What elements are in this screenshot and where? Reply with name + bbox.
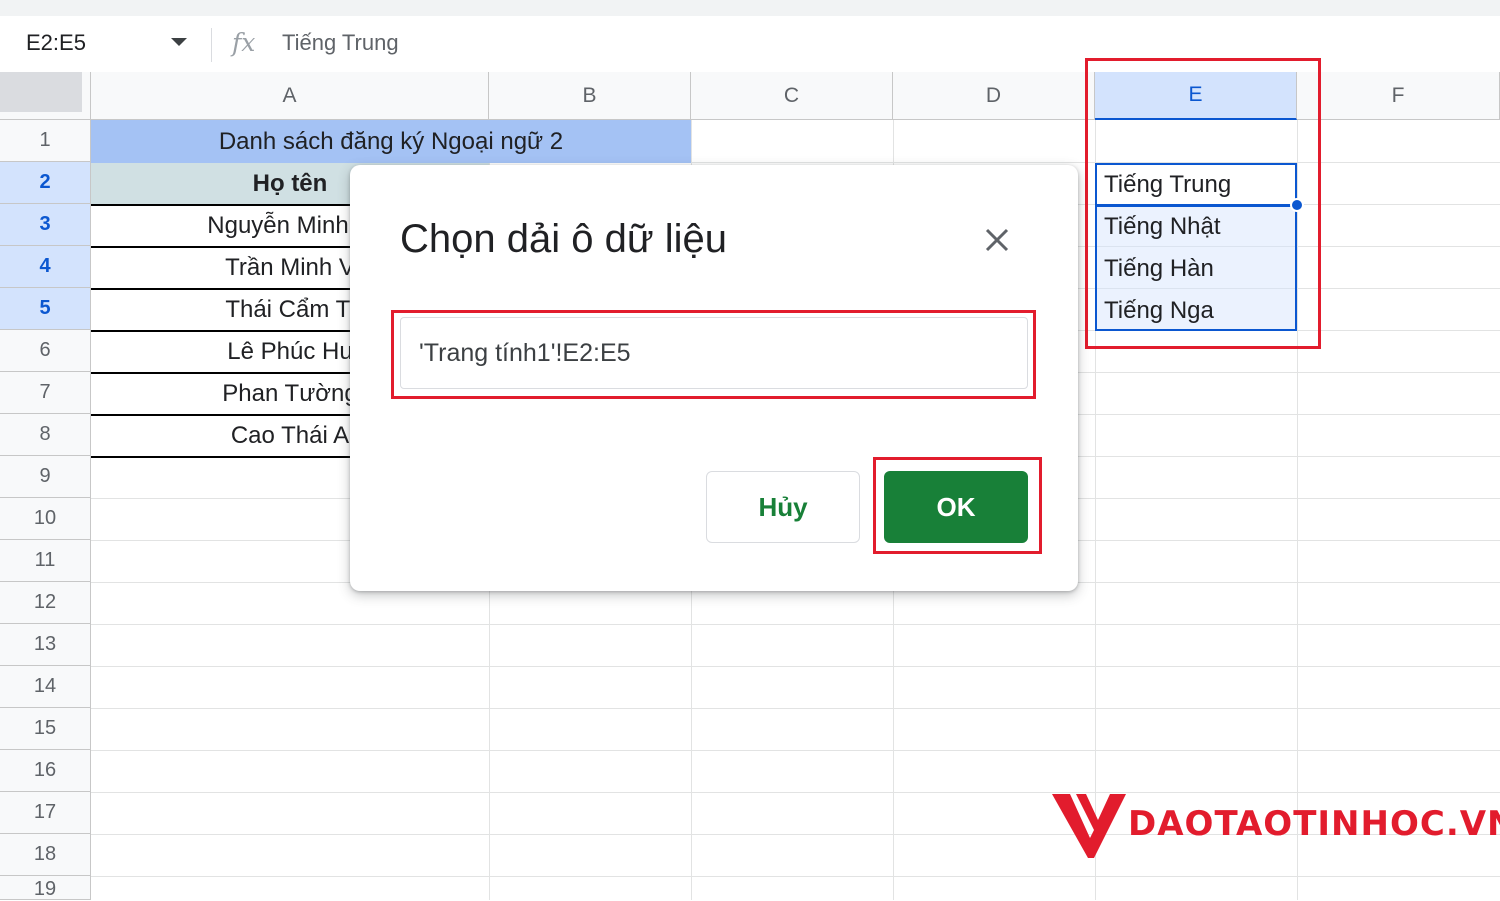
logo-mark-icon	[1052, 794, 1126, 858]
name-box-dropdown-icon[interactable]	[171, 38, 187, 46]
row-header-5[interactable]: 5	[0, 288, 91, 330]
grid-line	[91, 666, 1500, 667]
grid-line	[91, 624, 1500, 625]
row-header-8[interactable]: 8	[0, 414, 91, 456]
row-header-2[interactable]: 2	[0, 162, 91, 204]
column-header-b[interactable]: B	[489, 72, 691, 120]
column-header-d[interactable]: D	[893, 72, 1095, 120]
grid-line	[91, 876, 1500, 877]
highlight-box-range-input	[391, 310, 1036, 399]
fx-icon: fx	[232, 28, 256, 57]
column-header-f[interactable]: F	[1297, 72, 1500, 120]
row-header-9[interactable]: 9	[0, 456, 91, 498]
row-header-17[interactable]: 17	[0, 792, 91, 834]
cell-a1-title[interactable]: Danh sách đăng ký Ngoại ngữ 2	[91, 120, 691, 163]
column-header-a[interactable]: A	[91, 72, 489, 120]
row-header-11[interactable]: 11	[0, 540, 91, 582]
logo-text: DAOTAOTINHOC.VN	[1128, 804, 1500, 844]
column-header-c[interactable]: C	[691, 72, 893, 120]
formula-input[interactable]: Tiếng Trung	[282, 30, 399, 56]
formula-bar-divider	[211, 28, 212, 62]
select-all-corner[interactable]	[0, 72, 91, 120]
top-strip	[0, 0, 1500, 16]
row-header-16[interactable]: 16	[0, 750, 91, 792]
close-icon[interactable]	[980, 223, 1014, 257]
daotaotinhoc-logo: DAOTAOTINHOC.VN	[1050, 790, 1500, 862]
highlight-box-ok-button	[873, 457, 1042, 554]
row-header-7[interactable]: 7	[0, 372, 91, 414]
cancel-button[interactable]: Hủy	[706, 471, 860, 543]
row-header-4[interactable]: 4	[0, 246, 91, 288]
row-header-14[interactable]: 14	[0, 666, 91, 708]
highlight-box-column-e	[1085, 58, 1321, 349]
name-box[interactable]: E2:E5	[26, 30, 86, 56]
row-header-15[interactable]: 15	[0, 708, 91, 750]
row-header-6[interactable]: 6	[0, 330, 91, 372]
dialog-title: Chọn dải ô dữ liệu	[400, 217, 727, 261]
row-header-19[interactable]: 19	[0, 876, 91, 900]
row-header-3[interactable]: 3	[0, 204, 91, 246]
grid-line	[91, 750, 1500, 751]
row-header-12[interactable]: 12	[0, 582, 91, 624]
row-header-1[interactable]: 1	[0, 120, 91, 162]
grid-line	[91, 708, 1500, 709]
row-header-10[interactable]: 10	[0, 498, 91, 540]
row-header-13[interactable]: 13	[0, 624, 91, 666]
row-header-18[interactable]: 18	[0, 834, 91, 876]
